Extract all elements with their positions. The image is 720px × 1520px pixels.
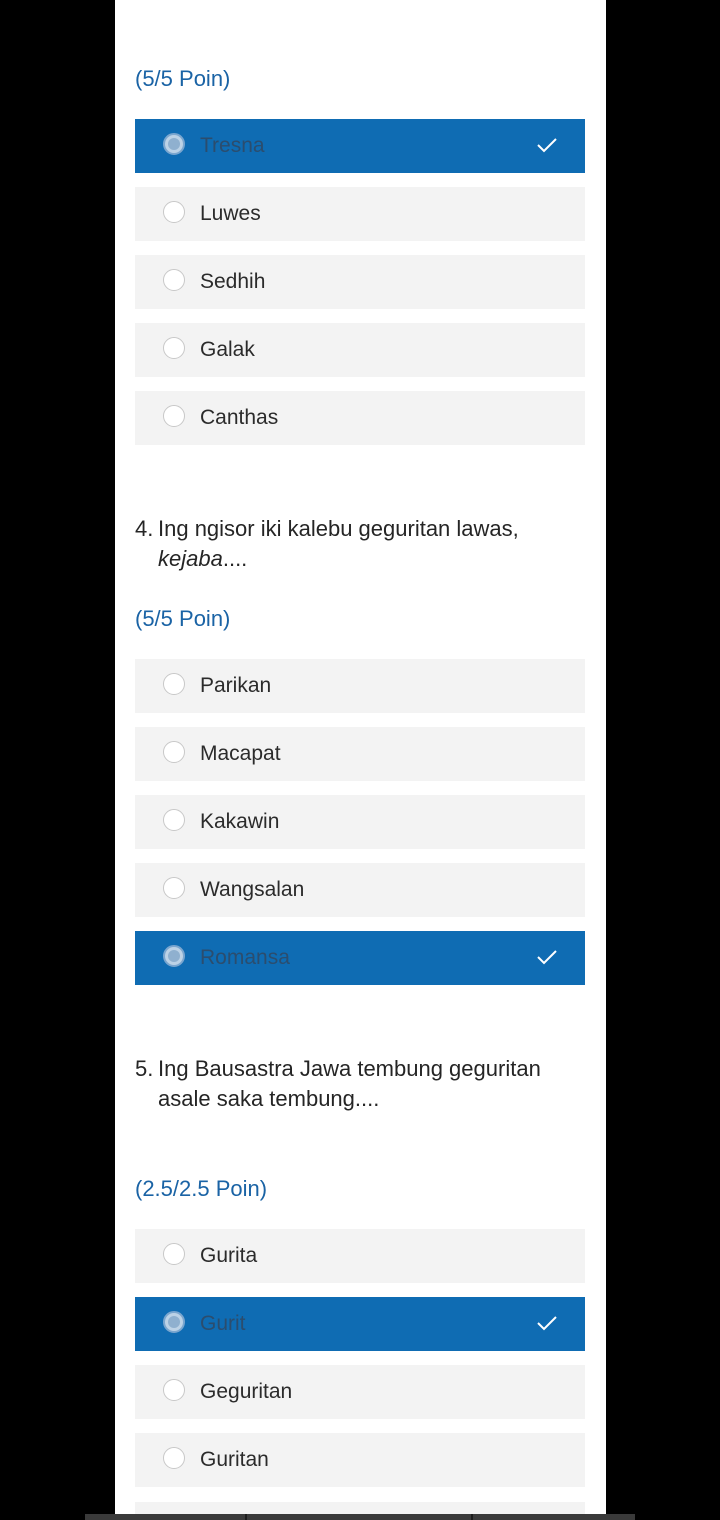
radio-selected-icon	[163, 133, 185, 155]
screen-bottom-bar	[85, 1514, 635, 1520]
radio-icon	[163, 673, 185, 695]
radio-icon	[163, 269, 185, 291]
q4-option-macapat[interactable]: Macapat	[135, 727, 585, 781]
question-text: Ing Bausastra Jawa tembung geguritan	[158, 1056, 541, 1081]
radio-icon	[163, 201, 185, 223]
question-number: 4.	[135, 516, 154, 541]
option-label: Guritan	[200, 1448, 269, 1471]
bar-divider	[245, 1514, 247, 1520]
option-label: Luwes	[200, 202, 261, 225]
option-label: Romansa	[200, 946, 290, 969]
q5-option-gurita[interactable]: Gurita	[135, 1229, 585, 1283]
radio-icon	[163, 877, 185, 899]
q5-points: (2.5/2.5 Poin)	[135, 1176, 268, 1201]
radio-icon	[163, 1243, 185, 1265]
q4-option-wangsalan[interactable]: Wangsalan	[135, 863, 585, 917]
check-icon	[537, 138, 557, 153]
radio-icon	[163, 809, 185, 831]
bar-divider	[471, 1514, 473, 1520]
q5-option-gurit[interactable]: Gurit	[135, 1297, 585, 1351]
radio-icon	[163, 405, 185, 427]
q3-points: (5/5 Poin)	[135, 66, 231, 91]
q4-option-kakawin[interactable]: Kakawin	[135, 795, 585, 849]
radio-selected-icon	[163, 945, 185, 967]
question-emphasis: kejaba	[158, 546, 223, 571]
option-label: Sedhih	[200, 270, 266, 293]
check-icon	[537, 1316, 557, 1331]
question-body: Ing Bausastra Jawa tembung geguritan asal…	[135, 1054, 585, 1114]
q4-points: (5/5 Poin)	[135, 606, 231, 631]
quiz-card: (5/5 Poin) Tresna Luwes Sedhih Galak Can…	[115, 0, 606, 1520]
option-label: Macapat	[200, 742, 281, 765]
q3-option-tresna[interactable]: Tresna	[135, 119, 585, 173]
option-label: Gurita	[200, 1244, 258, 1267]
option-label: Wangsalan	[200, 878, 305, 901]
q4-option-parikan[interactable]: Parikan	[135, 659, 585, 713]
q3-option-canthas[interactable]: Canthas	[135, 391, 585, 445]
q3-option-galak[interactable]: Galak	[135, 323, 585, 377]
question-number: 5.	[135, 1056, 154, 1081]
option-label: Canthas	[200, 406, 279, 429]
q5-option-guritan[interactable]: Guritan	[135, 1433, 585, 1487]
radio-icon	[163, 1379, 185, 1401]
q5-option-geguritan[interactable]: Geguritan	[135, 1365, 585, 1419]
q3-option-sedhih[interactable]: Sedhih	[135, 255, 585, 309]
q5-text: 5. Ing Bausastra Jawa tembung geguritan a…	[135, 1054, 585, 1114]
option-label: Kakawin	[200, 810, 280, 833]
question-text: asale saka tembung....	[158, 1086, 380, 1111]
option-label: Tresna	[200, 134, 265, 157]
check-icon	[537, 950, 557, 965]
q4-text: 4. Ing ngisor iki kalebu geguritan lawas…	[135, 514, 585, 574]
screen: (5/5 Poin) Tresna Luwes Sedhih Galak Can…	[0, 0, 720, 1520]
option-label: Galak	[200, 338, 255, 361]
radio-icon	[163, 337, 185, 359]
option-label: Parikan	[200, 674, 272, 697]
radio-icon	[163, 741, 185, 763]
question-tail: ....	[222, 546, 248, 571]
question-body: Ing ngisor iki kalebu geguritan lawas, ke…	[135, 514, 585, 574]
q3-option-luwes[interactable]: Luwes	[135, 187, 585, 241]
radio-selected-icon	[163, 1311, 185, 1333]
question-text: Ing ngisor iki kalebu geguritan lawas,	[158, 516, 519, 541]
q4-option-romansa[interactable]: Romansa	[135, 931, 585, 985]
option-label: Geguritan	[200, 1380, 293, 1403]
option-label: Gurit	[200, 1312, 246, 1335]
radio-icon	[163, 1447, 185, 1469]
